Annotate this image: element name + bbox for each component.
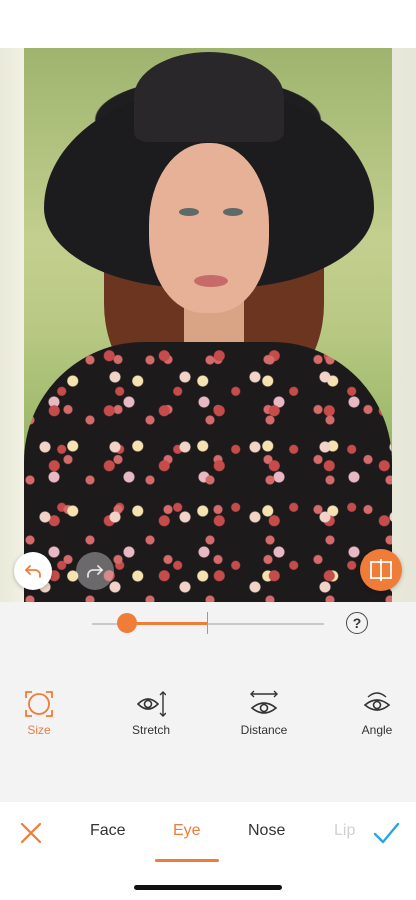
eye-angle-icon (363, 692, 391, 711)
redo-button[interactable] (76, 552, 114, 590)
left-eye (179, 208, 199, 216)
help-button[interactable]: ? (346, 612, 368, 634)
active-tab-indicator (155, 859, 219, 862)
tool-distance[interactable]: Distance (219, 690, 309, 737)
tool-stretch-label: Stretch (131, 723, 170, 737)
slider-center-mark (207, 612, 208, 634)
tool-panel: ? Size Stretch Distance Angle (0, 602, 416, 802)
hat-crown (134, 52, 284, 142)
tab-lip[interactable]: Lip (334, 822, 355, 840)
portrait-photo (24, 48, 392, 602)
tool-size-label: Size (27, 723, 51, 737)
tool-size[interactable]: Size (0, 690, 84, 737)
tool-angle[interactable]: Angle (332, 690, 416, 737)
tab-eye[interactable]: Eye (173, 822, 201, 840)
tab-nose[interactable]: Nose (248, 822, 285, 840)
bottom-bar: Face Eye Nose Lip (0, 802, 416, 900)
confirm-icon[interactable] (372, 820, 400, 846)
tool-angle-label: Angle (361, 723, 393, 737)
cancel-icon[interactable] (18, 820, 44, 846)
redo-icon (87, 565, 103, 578)
slider-fill (127, 622, 207, 625)
lips (194, 275, 228, 287)
undo-button[interactable] (14, 552, 52, 590)
size-icon (25, 691, 53, 717)
tool-stretch[interactable]: Stretch (106, 690, 196, 737)
right-eye (223, 208, 243, 216)
slider-thumb[interactable] (117, 613, 137, 633)
face (149, 143, 269, 313)
compare-button[interactable] (360, 549, 402, 591)
help-icon: ? (352, 615, 362, 631)
undo-icon (25, 565, 41, 578)
photo-canvas[interactable] (0, 48, 416, 602)
tab-face[interactable]: Face (90, 822, 126, 840)
tool-row: Size Stretch Distance Angle (0, 690, 416, 740)
compare-icon (370, 559, 392, 581)
tool-distance-label: Distance (240, 723, 288, 737)
home-indicator (134, 885, 282, 890)
eye-distance-icon (250, 690, 278, 714)
eye-stretch-icon (136, 691, 166, 717)
category-tabs: Face Eye Nose Lip (0, 814, 416, 854)
